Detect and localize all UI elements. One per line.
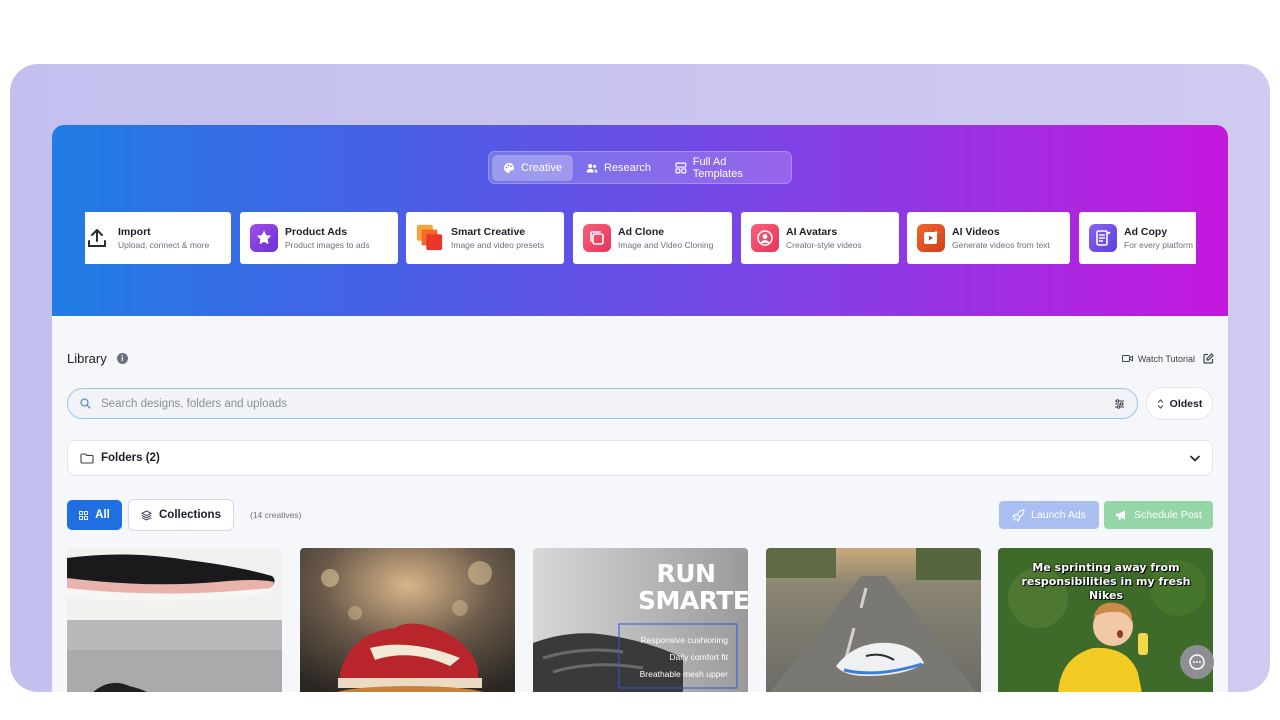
- creative-card[interactable]: Me sprinting away from responsibilities …: [998, 548, 1213, 692]
- app-window: Creative Research Full Ad Templates Impo…: [52, 125, 1228, 692]
- tool-ad-clone-subtitle: Image and Video Cloning: [618, 239, 714, 250]
- tool-ad-clone[interactable]: Ad Clone Image and Video Cloning: [573, 212, 732, 264]
- tool-smart-creative-title: Smart Creative: [451, 225, 526, 238]
- chat-icon: [1189, 654, 1205, 670]
- upload-icon: [85, 224, 111, 252]
- tab-full-ad-templates[interactable]: Full Ad Templates: [664, 155, 788, 181]
- hero-banner: Creative Research Full Ad Templates Impo…: [52, 125, 1228, 316]
- megaphone-icon: [1116, 510, 1126, 520]
- video-camera-icon: [1121, 355, 1133, 362]
- folders-accordion[interactable]: Folders (2): [67, 440, 1213, 476]
- tool-ai-videos[interactable]: AI Videos Generate videos from text: [907, 212, 1070, 264]
- meme-caption: Me sprinting away from responsibilities …: [1021, 561, 1191, 602]
- rocket-icon: [1012, 508, 1025, 522]
- launch-ads-button[interactable]: Launch Ads: [999, 501, 1099, 529]
- template-icon: [675, 162, 687, 173]
- tool-product-ads[interactable]: Product Ads Product images to ads: [240, 212, 398, 264]
- tool-import-title: Import: [118, 225, 151, 238]
- creative-card[interactable]: [67, 548, 282, 692]
- creatives-count: (14 creatives): [250, 510, 302, 520]
- tool-strip: Import Upload, connect & more Product Ad…: [85, 212, 1196, 264]
- tool-ad-copy-title: Ad Copy: [1124, 225, 1168, 238]
- sort-label: Oldest: [1169, 397, 1203, 410]
- tool-ad-clone-title: Ad Clone: [618, 225, 665, 238]
- folder-icon: [80, 452, 94, 464]
- app-frame: Creative Research Full Ad Templates Impo…: [10, 64, 1270, 692]
- library-header: Library i: [67, 351, 128, 366]
- search-icon: [80, 398, 91, 409]
- library-title: Library: [67, 351, 107, 366]
- sort-dropdown[interactable]: Oldest: [1146, 387, 1213, 420]
- tool-ai-videos-subtitle: Generate videos from text: [952, 239, 1050, 250]
- bullet-3: Breathable mesh upper: [639, 669, 728, 679]
- red-sneaker-image: [300, 548, 515, 692]
- sort-icon: [1157, 398, 1164, 409]
- run-smarter-bullets: Responsive cushioning Daily comfort fit …: [640, 632, 728, 683]
- creative-card[interactable]: RUN SMARTER Responsive cushioning Daily …: [533, 548, 748, 692]
- chevron-down-icon: [1190, 455, 1200, 462]
- search-bar: [67, 388, 1138, 419]
- filter-collections-label: Collections: [159, 509, 221, 521]
- chat-button[interactable]: [1180, 645, 1214, 679]
- stack-icon: [141, 509, 152, 521]
- creative-card[interactable]: [766, 548, 981, 692]
- tool-ad-copy[interactable]: Ad Copy For every platform: [1079, 212, 1196, 264]
- star-icon: [250, 224, 278, 252]
- tool-ai-avatars[interactable]: AI Avatars Creator-style videos: [741, 212, 899, 264]
- tool-ai-videos-title: AI Videos: [952, 225, 1000, 238]
- schedule-post-button[interactable]: Schedule Post: [1104, 501, 1213, 529]
- tab-creative[interactable]: Creative: [492, 154, 573, 181]
- filter-icon[interactable]: [1114, 398, 1125, 409]
- tool-smart-creative-subtitle: Image and video presets: [451, 239, 545, 250]
- shoe-on-road-image: [766, 548, 981, 692]
- creative-card[interactable]: [300, 548, 515, 692]
- tool-product-ads-title: Product Ads: [285, 225, 348, 238]
- tool-ad-copy-subtitle: For every platform: [1124, 239, 1193, 250]
- filter-collections-button[interactable]: Collections: [128, 499, 234, 531]
- video-icon: [917, 224, 945, 252]
- layers-icon: [416, 224, 444, 252]
- tab-full-ad-templates-label: Full Ad Templates: [692, 155, 743, 180]
- folders-label: Folders (2): [101, 452, 160, 464]
- info-icon[interactable]: i: [116, 353, 128, 364]
- tool-product-ads-subtitle: Product images to ads: [285, 239, 370, 250]
- clone-icon: [583, 224, 611, 252]
- bullet-1: Responsive cushioning: [640, 635, 728, 645]
- tool-import[interactable]: Import Upload, connect & more: [85, 212, 231, 264]
- bullet-2: Daily comfort fit: [669, 652, 728, 662]
- grid-icon: [79, 510, 89, 520]
- users-icon: [586, 163, 598, 172]
- edit-icon[interactable]: [1203, 353, 1214, 364]
- palette-icon: [504, 162, 515, 173]
- tab-research-label: Research: [603, 161, 652, 174]
- tab-research[interactable]: Research: [575, 155, 662, 181]
- tool-ai-avatars-subtitle: Creator-style videos: [786, 239, 862, 250]
- search-input[interactable]: [101, 397, 1104, 410]
- tab-creative-label: Creative: [521, 161, 562, 174]
- tool-import-subtitle: Upload, connect & more: [118, 239, 210, 250]
- launch-ads-label: Launch Ads: [1031, 509, 1086, 521]
- watch-tutorial-link[interactable]: Watch Tutorial: [1121, 353, 1214, 364]
- run-smarter-headline: RUN SMARTER: [638, 559, 748, 615]
- document-icon: [1089, 224, 1117, 252]
- tool-smart-creative[interactable]: Smart Creative Image and video presets: [406, 212, 564, 264]
- mode-tabs: Creative Research Full Ad Templates: [488, 151, 792, 184]
- filter-all-label: All: [95, 509, 110, 521]
- tool-ai-avatars-title: AI Avatars: [786, 225, 838, 238]
- avatar-icon: [751, 224, 779, 252]
- shoe-image: [67, 548, 282, 692]
- schedule-post-label: Schedule Post: [1134, 509, 1202, 521]
- filter-all-button[interactable]: All: [67, 500, 122, 530]
- watch-tutorial-label: Watch Tutorial: [1137, 353, 1195, 364]
